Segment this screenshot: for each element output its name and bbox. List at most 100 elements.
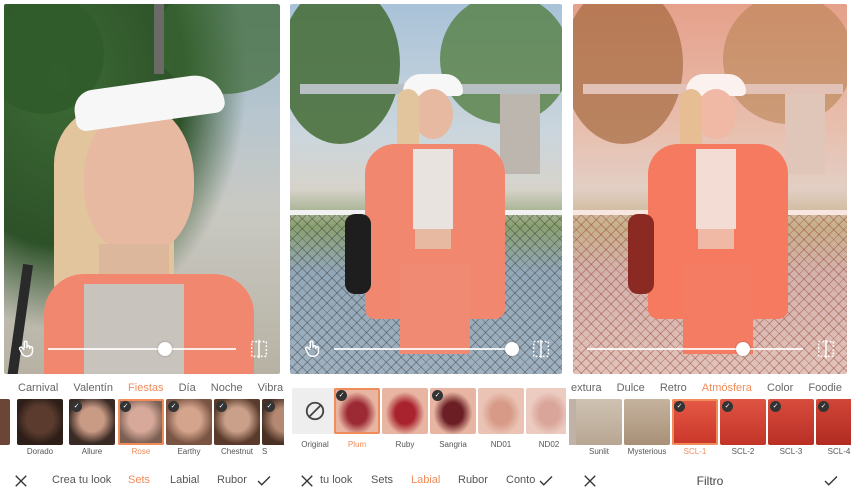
tab-sets[interactable]: Sets bbox=[128, 474, 150, 486]
tab-blush[interactable]: Rubor bbox=[458, 474, 488, 486]
category-tab[interactable]: Día bbox=[173, 378, 202, 398]
filter-thumbnail[interactable]: Sunlit bbox=[576, 399, 622, 461]
touch-hand-icon[interactable] bbox=[16, 338, 38, 360]
category-tab-active[interactable]: Fiestas bbox=[122, 378, 169, 398]
category-tab[interactable]: Retro bbox=[654, 378, 693, 398]
category-tab[interactable]: Color bbox=[761, 378, 799, 398]
lipstick-swatch-selected[interactable]: ✓ Plum bbox=[334, 388, 380, 450]
photo-preview-filtered bbox=[573, 4, 847, 374]
filter-title: Filtro bbox=[696, 474, 724, 488]
sets-thumbnail-strip: Dorado ✓ Allure ✓ Rose ✓ Earthy ✓ Chestn… bbox=[0, 399, 284, 461]
lipstick-swatch[interactable]: ✓ Sangria bbox=[430, 388, 476, 450]
check-icon: ✓ bbox=[264, 401, 275, 412]
check-icon: ✓ bbox=[770, 401, 781, 412]
category-tab[interactable]: Foodie bbox=[802, 378, 848, 398]
bottom-toolbar: Crea tu look Sets Labial Rubor bbox=[0, 468, 284, 496]
tab-lipstick[interactable]: Labial bbox=[170, 474, 199, 486]
category-tab-active[interactable]: Atmósfera bbox=[696, 378, 758, 398]
filter-thumbnail-label: SCL-1 bbox=[683, 447, 707, 456]
filter-thumbnail-partial[interactable]: ✓ SCL-4 bbox=[816, 399, 851, 461]
intensity-slider-handle[interactable] bbox=[157, 342, 172, 356]
swatch-label: Sangria bbox=[439, 440, 467, 449]
look-thumbnail-label: Allure bbox=[81, 447, 103, 456]
look-thumbnail-partial[interactable] bbox=[0, 399, 10, 461]
panel-filter-editor: extura Dulce Retro Atmósfera Color Foodi… bbox=[569, 0, 851, 501]
check-icon: ✓ bbox=[674, 401, 685, 412]
category-tab[interactable]: extura bbox=[569, 378, 608, 398]
tab-blush[interactable]: Rubor bbox=[217, 474, 247, 486]
filter-thumbnail-label: SCL-4 bbox=[827, 447, 851, 456]
swatch-label: ND01 bbox=[490, 440, 512, 449]
confirm-check-icon[interactable] bbox=[821, 472, 841, 490]
category-tab[interactable]: Vibra bbox=[252, 378, 284, 398]
intensity-slider-row bbox=[4, 336, 280, 362]
filter-thumbnail-selected[interactable]: ✓ SCL-1 bbox=[672, 399, 718, 461]
compare-icon[interactable] bbox=[530, 338, 552, 360]
lipstick-swatch[interactable]: Ruby bbox=[382, 388, 428, 450]
swatch-label: ND02 bbox=[538, 440, 560, 449]
look-thumbnail[interactable]: ✓ Earthy bbox=[166, 399, 212, 461]
filter-thumbnail[interactable]: ✓ SCL-3 bbox=[768, 399, 814, 461]
woman-standing-figure bbox=[628, 64, 798, 374]
tab-create-look[interactable]: tu look bbox=[320, 474, 352, 486]
check-icon: ✓ bbox=[722, 401, 733, 412]
no-effect-icon bbox=[305, 401, 325, 421]
intensity-track[interactable] bbox=[334, 348, 518, 350]
filter-thumbnail-label: SCL-2 bbox=[731, 447, 755, 456]
sets-category-tabs: Carnival Valentín Fiestas Día Noche Vibr… bbox=[0, 378, 284, 398]
confirm-check-icon[interactable] bbox=[536, 472, 556, 490]
intensity-track[interactable] bbox=[48, 348, 236, 350]
close-icon[interactable] bbox=[298, 472, 316, 490]
swatch-label: Plum bbox=[347, 440, 367, 449]
photo-preview-closeup bbox=[4, 4, 280, 374]
look-thumbnail-partial[interactable]: ✓ S bbox=[262, 399, 284, 461]
look-thumbnail[interactable]: Dorado bbox=[17, 399, 63, 461]
filter-thumbnail-label: Mysterious bbox=[627, 447, 667, 456]
filter-thumbnail-label: Sunlit bbox=[588, 447, 609, 456]
lipstick-swatch-strip: Original ✓ Plum Ruby ✓ Sangria ND01 ND02 bbox=[286, 388, 566, 458]
check-icon: ✓ bbox=[71, 401, 82, 412]
category-tab[interactable]: Valentín bbox=[67, 378, 119, 398]
tab-contour[interactable]: Conto bbox=[506, 474, 535, 486]
filter-thumbnail[interactable]: Mysterious bbox=[624, 399, 670, 461]
look-thumbnail-label: S bbox=[262, 447, 268, 456]
filter-thumbnail-strip: Sunlit Mysterious ✓ SCL-1 ✓ SCL-2 ✓ SCL-… bbox=[569, 399, 851, 461]
look-thumbnail-label: Rose bbox=[131, 447, 151, 456]
bottom-toolbar: tu look Sets Labial Rubor Conto bbox=[286, 468, 566, 496]
photo-preview-court bbox=[290, 4, 562, 374]
touch-hand-icon[interactable] bbox=[302, 338, 324, 360]
lipstick-swatch-partial[interactable]: ND02 bbox=[526, 388, 566, 450]
tab-create-look[interactable]: Crea tu look bbox=[52, 474, 111, 486]
intensity-slider-row bbox=[573, 336, 847, 362]
look-thumbnail[interactable]: ✓ Allure bbox=[69, 399, 115, 461]
check-icon: ✓ bbox=[336, 390, 347, 401]
panel-sets-editor: Carnival Valentín Fiestas Día Noche Vibr… bbox=[0, 0, 284, 501]
lipstick-swatch[interactable]: ND01 bbox=[478, 388, 524, 450]
confirm-check-icon[interactable] bbox=[254, 472, 274, 490]
tab-sets[interactable]: Sets bbox=[371, 474, 393, 486]
check-icon: ✓ bbox=[168, 401, 179, 412]
category-tab[interactable]: Noche bbox=[205, 378, 249, 398]
compare-icon[interactable] bbox=[248, 338, 270, 360]
filter-thumbnail-label: SCL-3 bbox=[779, 447, 803, 456]
compare-icon[interactable] bbox=[815, 338, 837, 360]
category-tab[interactable]: Dulce bbox=[611, 378, 651, 398]
intensity-slider-handle[interactable] bbox=[735, 342, 750, 356]
filter-thumbnail[interactable]: ✓ SCL-2 bbox=[720, 399, 766, 461]
look-thumbnail-label: Chestnut bbox=[220, 447, 254, 456]
close-icon[interactable] bbox=[12, 472, 30, 490]
check-icon: ✓ bbox=[120, 401, 131, 412]
tab-lipstick[interactable]: Labial bbox=[411, 474, 440, 486]
check-icon: ✓ bbox=[818, 401, 829, 412]
look-thumbnail-label: Earthy bbox=[177, 447, 201, 456]
look-thumbnail-selected[interactable]: ✓ Rose bbox=[118, 399, 164, 461]
intensity-slider-handle[interactable] bbox=[505, 342, 520, 356]
swatch-label: Ruby bbox=[395, 440, 415, 449]
woman-standing-figure bbox=[345, 64, 515, 374]
category-tab[interactable]: Carnival bbox=[12, 378, 64, 398]
intensity-track[interactable] bbox=[587, 348, 803, 350]
check-icon: ✓ bbox=[432, 390, 443, 401]
bottom-toolbar: Filtro bbox=[569, 468, 851, 496]
look-thumbnail[interactable]: ✓ Chestnut bbox=[214, 399, 260, 461]
intensity-slider-row bbox=[290, 336, 562, 362]
